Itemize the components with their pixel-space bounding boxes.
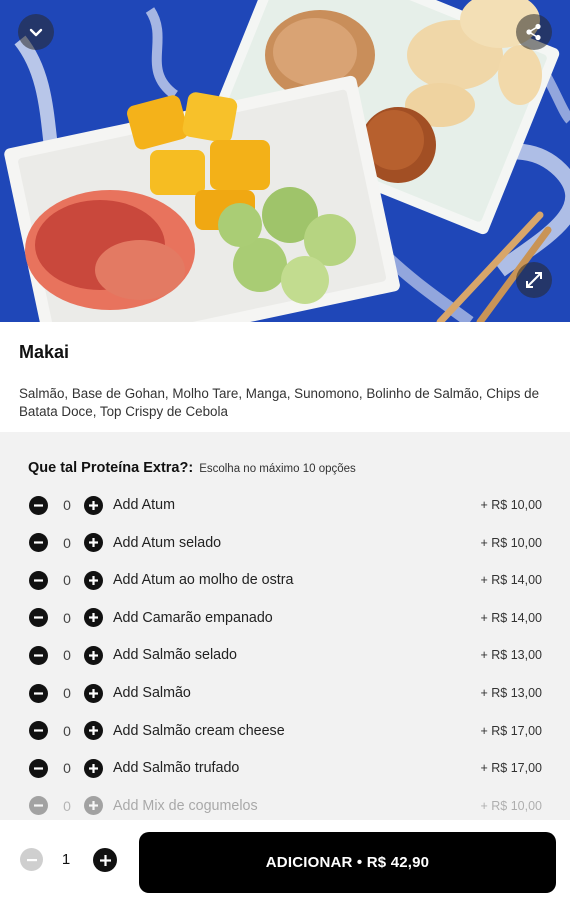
- section-header: Que tal Proteína Extra?: Escolha no máxi…: [28, 460, 356, 476]
- option-decrease-button[interactable]: [29, 683, 48, 703]
- option-price: + R$ 10,00: [480, 535, 542, 550]
- option-quantity: 0: [63, 534, 71, 551]
- expand-icon: [526, 272, 542, 288]
- option-price: + R$ 13,00: [480, 648, 542, 663]
- option-increase-button[interactable]: [84, 683, 103, 703]
- option-price: + R$ 14,00: [480, 573, 542, 588]
- option-row: 0 Add Salmão cream cheese + R$ 17,00: [0, 713, 570, 749]
- option-price: + R$ 13,00: [480, 686, 542, 700]
- option-label: Add Salmão cream cheese: [113, 722, 285, 739]
- option-quantity: 0: [63, 497, 71, 513]
- minus-icon: [34, 804, 43, 807]
- minus-icon: [34, 541, 43, 544]
- chevron-down-icon: [29, 28, 43, 37]
- option-label: Add Atum: [113, 497, 175, 513]
- decrease-quantity-button[interactable]: [20, 848, 43, 871]
- option-row: 0 Add Salmão trufado + R$ 17,00: [0, 750, 570, 786]
- option-decrease-button[interactable]: [29, 645, 48, 665]
- expand-image-button[interactable]: [516, 262, 552, 298]
- increase-quantity-button[interactable]: [93, 848, 117, 872]
- product-description: Salmão, Base de Gohan, Molho Tare, Manga…: [19, 386, 540, 419]
- poke-bowl-photo: [0, 0, 570, 322]
- minus-icon: [34, 503, 43, 507]
- collapse-button[interactable]: [18, 14, 54, 50]
- option-quantity: 0: [63, 797, 71, 814]
- option-row: 0 Add Atum ao molho de ostra + R$ 14,00: [0, 562, 570, 598]
- option-row: 0 Add Camarão empanado + R$ 14,00: [0, 600, 570, 636]
- option-row: 0 Add Salmão + R$ 13,00: [0, 675, 570, 711]
- plus-icon: [99, 854, 111, 866]
- option-increase-button[interactable]: [84, 721, 103, 741]
- option-increase-button[interactable]: [84, 495, 103, 515]
- option-label: Add Camarão empanado: [113, 609, 273, 626]
- option-increase-button[interactable]: [84, 796, 103, 816]
- minus-icon: [34, 654, 43, 657]
- option-price: + R$ 17,00: [480, 761, 542, 776]
- share-icon: [526, 23, 541, 41]
- minus-icon: [26, 858, 37, 861]
- plus-icon: [89, 763, 98, 773]
- footer-bar: 1 ADICIONAR • R$ 42,90: [0, 820, 570, 900]
- option-quantity: 0: [63, 572, 71, 589]
- quantity-value: 1: [61, 851, 71, 868]
- option-decrease-button[interactable]: [29, 570, 48, 590]
- option-price: + R$ 10,00: [480, 498, 542, 512]
- plus-icon: [89, 650, 98, 660]
- minus-icon: [34, 691, 43, 695]
- option-decrease-button[interactable]: [29, 796, 48, 816]
- option-price: + R$ 17,00: [480, 723, 542, 738]
- plus-icon: [89, 613, 98, 623]
- option-increase-button[interactable]: [84, 533, 103, 553]
- option-label: Add Salmão: [113, 685, 191, 701]
- option-decrease-button[interactable]: [29, 608, 48, 628]
- option-price: + R$ 14,00: [480, 610, 542, 625]
- option-row: 0 Add Atum selado + R$ 10,00: [0, 525, 570, 561]
- minus-icon: [34, 729, 43, 732]
- option-price: + R$ 10,00: [480, 798, 542, 813]
- share-button[interactable]: [516, 14, 552, 50]
- option-decrease-button[interactable]: [29, 495, 48, 515]
- plus-icon: [89, 575, 98, 585]
- option-quantity: 0: [63, 722, 71, 739]
- plus-icon: [89, 500, 98, 510]
- product-image: [0, 0, 570, 322]
- option-label: Add Atum ao molho de ostra: [113, 572, 294, 589]
- minus-icon: [34, 616, 43, 619]
- plus-icon: [89, 801, 98, 811]
- section-subtitle: Escolha no máximo 10 opções: [199, 463, 356, 475]
- option-increase-button[interactable]: [84, 645, 103, 665]
- option-label: Add Salmão trufado: [113, 760, 240, 777]
- plus-icon: [89, 726, 98, 736]
- option-decrease-button[interactable]: [29, 533, 48, 553]
- option-label: Add Salmão selado: [113, 647, 237, 664]
- option-quantity: 0: [63, 685, 71, 701]
- option-row: 0 Add Salmão selado + R$ 13,00: [0, 637, 570, 673]
- option-row: 0 Add Mix de cogumelos + R$ 10,00: [0, 788, 570, 820]
- option-increase-button[interactable]: [84, 608, 103, 628]
- option-quantity: 0: [63, 760, 71, 777]
- option-increase-button[interactable]: [84, 758, 103, 778]
- extra-protein-section: Que tal Proteína Extra?: Escolha no máxi…: [0, 432, 570, 820]
- product-title: Makai: [19, 342, 70, 362]
- minus-icon: [34, 767, 43, 770]
- option-quantity: 0: [63, 609, 71, 626]
- plus-icon: [89, 688, 98, 698]
- option-row: 0 Add Atum + R$ 10,00: [0, 487, 570, 523]
- minus-icon: [34, 579, 43, 582]
- plus-icon: [89, 538, 98, 548]
- option-quantity: 0: [63, 647, 71, 664]
- section-title: Que tal Proteína Extra?:: [28, 460, 194, 476]
- option-label: Add Mix de cogumelos: [113, 797, 258, 814]
- option-decrease-button[interactable]: [29, 758, 48, 778]
- option-decrease-button[interactable]: [29, 721, 48, 741]
- add-to-cart-button[interactable]: ADICIONAR • R$ 42,90: [139, 832, 556, 893]
- option-label: Add Atum selado: [113, 534, 222, 551]
- product-info: Makai Salmão, Base de Gohan, Molho Tare,…: [0, 322, 570, 432]
- option-increase-button[interactable]: [84, 570, 103, 590]
